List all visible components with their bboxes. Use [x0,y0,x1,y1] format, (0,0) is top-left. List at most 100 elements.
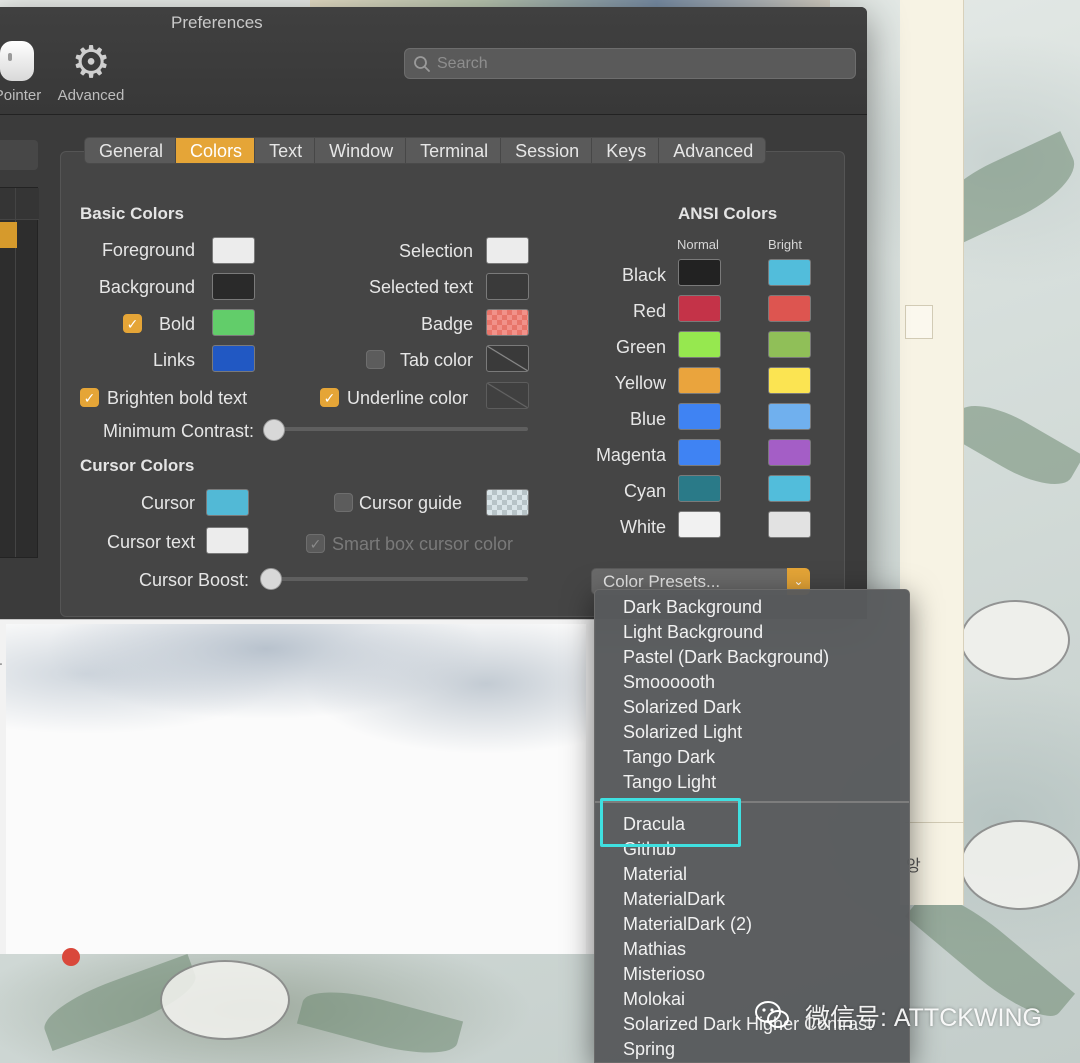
ansi-cyan-normal-well[interactable] [678,475,721,502]
underline-color-well[interactable] [486,382,529,409]
cursor-boost-label: Cursor Boost: [138,570,249,590]
ansi-black-normal-well[interactable] [678,259,721,286]
cursor-guide-color-well[interactable] [486,489,529,516]
background-field [905,305,933,339]
cursor-text-label: Cursor text [106,532,195,552]
smart-box-cursor-checkbox[interactable]: ✓ [306,534,325,553]
preset-menu-item[interactable]: Tango Dark [623,747,715,768]
profile-list-header [0,188,39,220]
ansi-green-normal-well[interactable] [678,331,721,358]
tab-session[interactable]: Session [501,138,593,163]
foreground-label: Foreground [101,240,195,260]
ansi-colors-heading: ANSI Colors [678,204,778,223]
minimum-contrast-slider[interactable] [263,419,285,441]
minimum-contrast-track[interactable] [273,427,528,431]
selection-label: Selection [398,241,473,261]
search-icon [414,55,430,72]
preset-menu-item[interactable]: Solarized Light [623,722,742,743]
profile-tabs: General Colors Text Window Terminal Sess… [84,137,767,164]
ansi-cyan-bright-well[interactable] [768,475,811,502]
background-window [0,619,596,954]
profile-list-selected-row[interactable] [0,222,17,248]
tab-advanced[interactable]: Advanced [659,138,765,163]
preset-menu-item[interactable]: MaterialDark [623,889,725,910]
tab-general[interactable]: General [85,138,177,163]
toolbar-advanced-label: Advanced [57,87,125,104]
ansi-blue-normal-well[interactable] [678,403,721,430]
cursor-boost-track[interactable] [270,577,528,581]
toolbar-pointer-label: Pointer [0,87,42,104]
ansi-red-bright-well[interactable] [768,295,811,322]
profile-list[interactable] [0,187,39,558]
cursor-colors-heading: Cursor Colors [80,456,195,475]
preset-menu-item[interactable]: Mathias [623,939,686,960]
selected-text-label: Selected text [368,277,473,297]
ansi-white-bright-well[interactable] [768,511,811,538]
smart-box-cursor-label: Smart box cursor color [332,534,514,554]
toolbar-pointer-button[interactable]: Pointer [0,41,45,104]
gear-icon: ⚙ [71,38,111,87]
selected-text-color-well[interactable] [486,273,529,300]
tab-color-well[interactable] [486,345,529,372]
ansi-green-bright-well[interactable] [768,331,811,358]
links-color-well[interactable] [212,345,255,372]
preset-menu-item[interactable]: Molokai [623,989,685,1010]
ansi-white-normal-well[interactable] [678,511,721,538]
ansi-red-normal-well[interactable] [678,295,721,322]
tab-text[interactable]: Text [255,138,316,163]
preset-menu-item[interactable]: MaterialDark (2) [623,914,752,935]
brighten-bold-checkbox[interactable]: ✓ [80,388,99,407]
wechat-icon [755,1001,789,1028]
preset-menu-item[interactable]: Light Background [623,622,763,643]
ansi-row-label: Blue [629,409,666,429]
tab-keys[interactable]: Keys [592,138,660,163]
underline-color-checkbox[interactable]: ✓ [320,388,339,407]
dracula-highlight-annotation [600,798,741,847]
cursor-boost-slider[interactable] [260,568,282,590]
ansi-row-label: Red [632,301,666,321]
search-field[interactable] [404,48,856,79]
watermark-text: 微信号: ATTCKWING [804,1004,1042,1032]
preset-menu-item[interactable]: Spring [623,1039,675,1060]
tab-terminal[interactable]: Terminal [406,138,502,163]
cursor-color-well[interactable] [206,489,249,516]
preset-menu-item[interactable]: Dark Background [623,597,762,618]
mouse-icon [0,41,34,81]
tab-window[interactable]: Window [315,138,407,163]
ansi-magenta-bright-well[interactable] [768,439,811,466]
links-label: Links [152,350,195,370]
cursor-text-color-well[interactable] [206,527,249,554]
search-input[interactable] [437,54,837,73]
ansi-yellow-normal-well[interactable] [678,367,721,394]
ansi-blue-bright-well[interactable] [768,403,811,430]
window-title: Preferences [171,13,263,32]
ansi-black-bright-well[interactable] [768,259,811,286]
ansi-magenta-normal-well[interactable] [678,439,721,466]
preset-menu-item[interactable]: Smoooooth [623,672,715,693]
cursor-guide-checkbox[interactable] [334,493,353,512]
ansi-yellow-bright-well[interactable] [768,367,811,394]
preset-menu-item[interactable]: Solarized Dark [623,697,741,718]
cursor-guide-label: Cursor guide [359,493,463,513]
profile-search-box[interactable] [0,140,38,170]
background-flower [960,820,1080,910]
preset-menu-item[interactable]: Material [623,864,687,885]
background-label: Background [98,277,195,297]
badge-color-well[interactable] [486,309,529,336]
tab-color-checkbox[interactable] [366,350,385,369]
foreground-color-well[interactable] [212,237,255,264]
preset-menu-item[interactable]: Misterioso [623,964,705,985]
bold-color-well[interactable] [212,309,255,336]
tab-colors[interactable]: Colors [176,138,256,163]
ansi-row-label: Yellow [614,373,666,393]
ansi-row-label: White [619,517,666,537]
ansi-row-label: Magenta [595,445,666,465]
background-window-dot [62,948,80,966]
bold-checkbox[interactable]: ✓ [123,314,142,333]
background-window-image [6,624,586,954]
selection-color-well[interactable] [486,237,529,264]
background-color-well[interactable] [212,273,255,300]
preset-menu-item[interactable]: Pastel (Dark Background) [623,647,829,668]
preset-menu-item[interactable]: Tango Light [623,772,716,793]
toolbar-advanced-button[interactable]: ⚙ Advanced [50,38,132,105]
